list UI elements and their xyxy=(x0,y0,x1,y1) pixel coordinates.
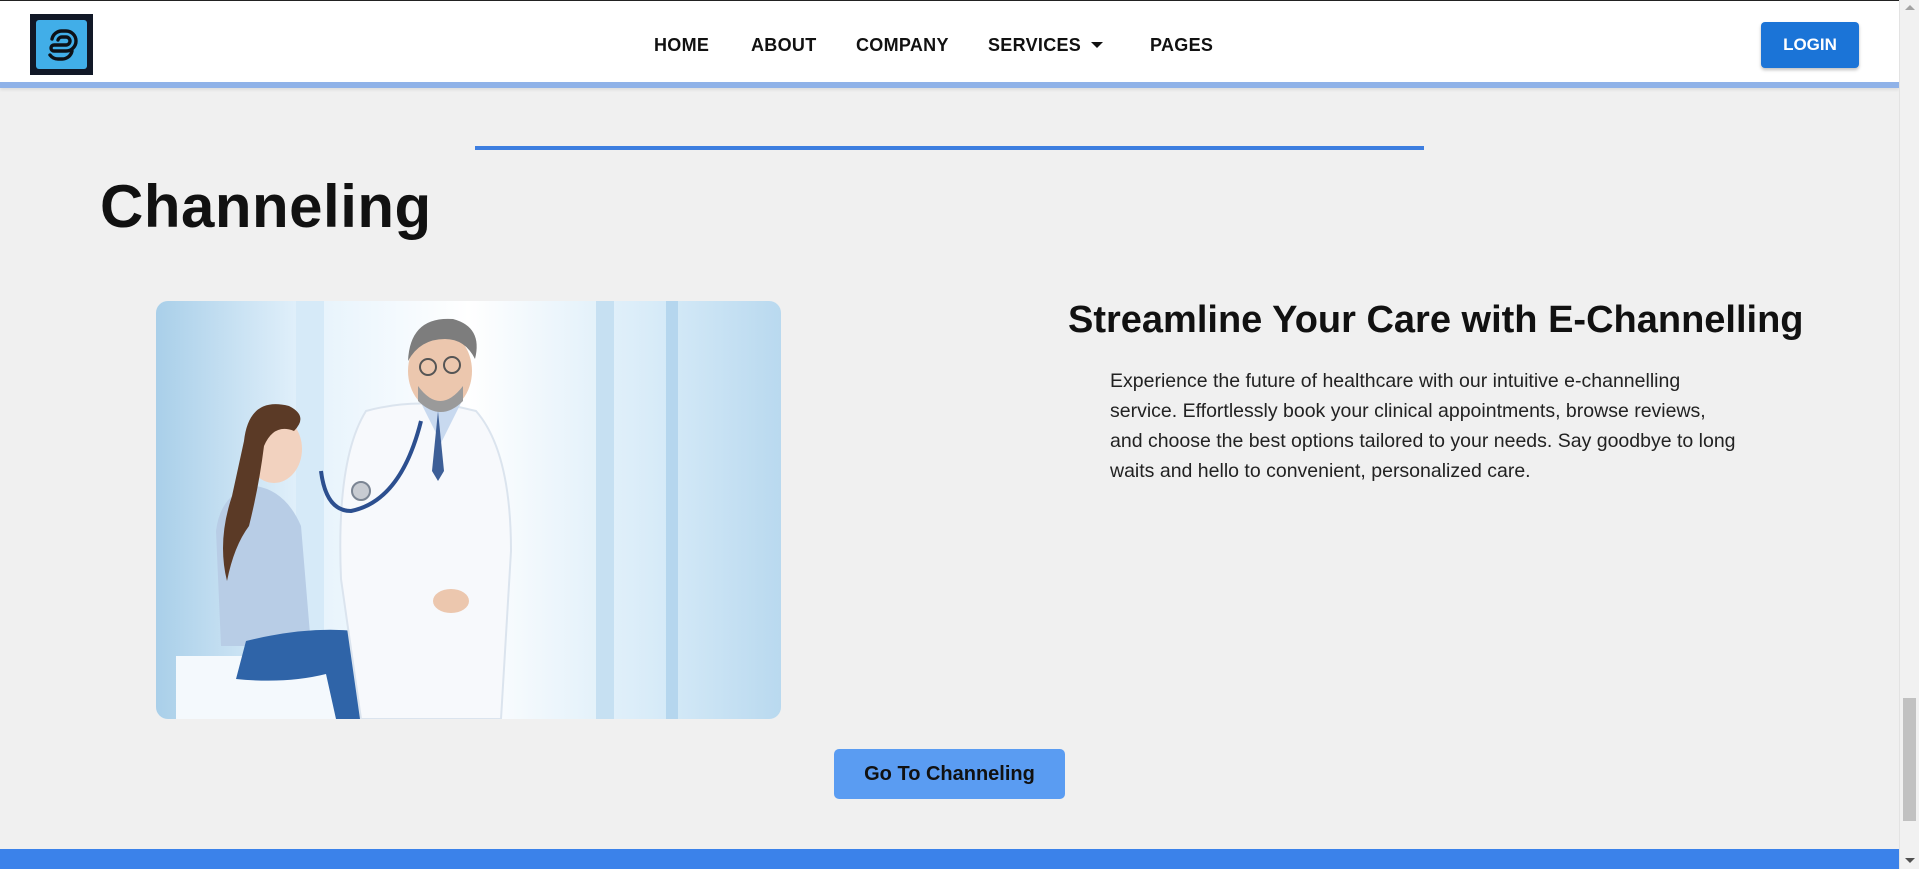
go-to-channeling-button[interactable]: Go To Channeling xyxy=(834,749,1065,799)
nav-services[interactable]: SERVICES xyxy=(988,35,1104,56)
scroll-up-arrow-icon[interactable] xyxy=(1905,5,1915,10)
vertical-scrollbar[interactable] xyxy=(1899,0,1919,869)
caret-down-icon xyxy=(1091,42,1104,49)
feature-description: Experience the future of healthcare with… xyxy=(1110,370,1736,482)
scrollbar-thumb[interactable] xyxy=(1903,698,1916,821)
doctor-with-child-photo xyxy=(156,301,781,719)
login-button[interactable]: LOGIN xyxy=(1761,22,1859,68)
section-title: Channeling xyxy=(100,173,432,240)
nav-about[interactable]: ABOUT xyxy=(751,35,817,56)
feature-title: Streamline Your Care with E-Channelling xyxy=(1068,299,1804,341)
section-divider xyxy=(475,146,1424,150)
navbar: HOME ABOUT COMPANY SERVICES PAGES LOGIN xyxy=(0,0,1899,88)
nav-home[interactable]: HOME xyxy=(654,35,709,56)
nav-services-label: SERVICES xyxy=(988,35,1082,55)
logo-mark-icon xyxy=(36,20,87,69)
nav-company[interactable]: COMPANY xyxy=(856,35,949,56)
logo[interactable] xyxy=(30,14,93,75)
scroll-down-arrow-icon[interactable] xyxy=(1905,858,1915,863)
page: HOME ABOUT COMPANY SERVICES PAGES LOGIN … xyxy=(0,0,1899,869)
footer-band xyxy=(0,849,1899,869)
nav-pages[interactable]: PAGES xyxy=(1150,35,1213,56)
